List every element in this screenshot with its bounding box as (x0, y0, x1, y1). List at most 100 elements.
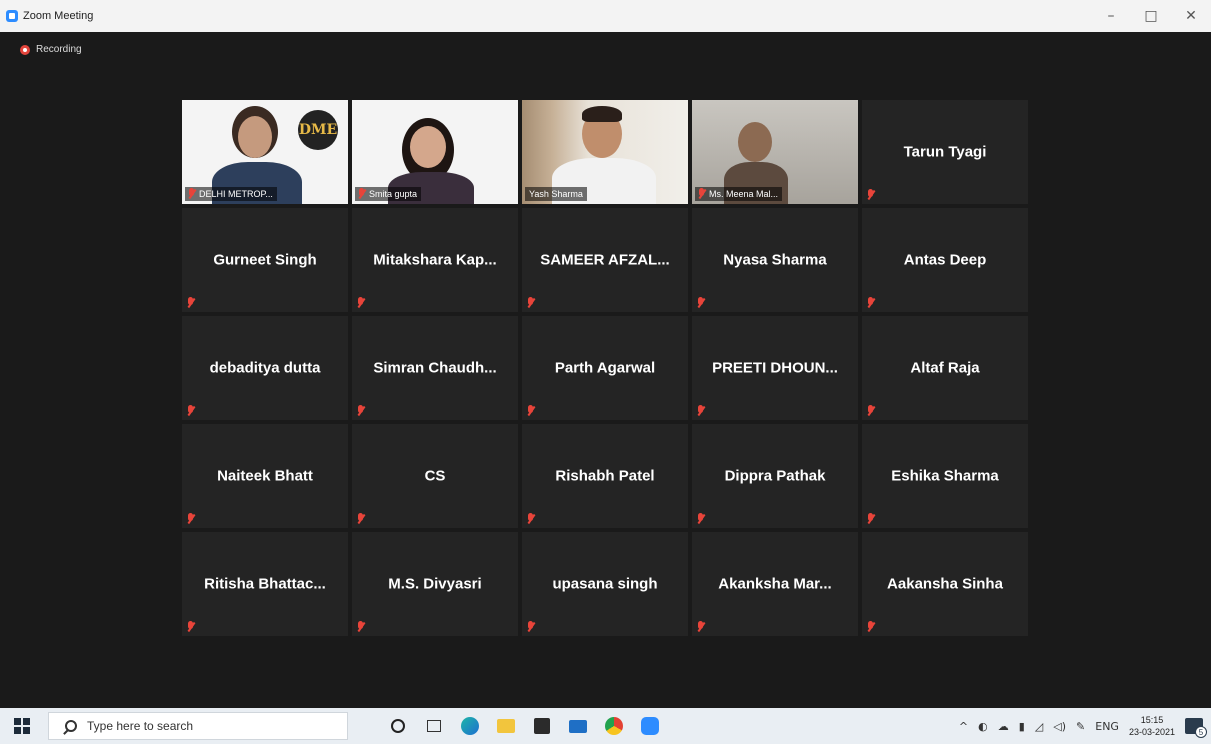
participant-name: Nyasa Sharma (723, 251, 827, 269)
participant-name-label: Ms. Meena Mal... (695, 187, 783, 201)
clock-date: 23-03-2021 (1128, 727, 1175, 737)
recording-icon (20, 44, 30, 55)
participant-tile[interactable]: Nyasa Sharma (692, 208, 858, 312)
participant-tile[interactable]: Tarun Tyagi (862, 100, 1028, 204)
participant-name-label: Smita gupta (355, 187, 422, 201)
participant-name: PREETI DHOUN... (712, 359, 838, 377)
close-button[interactable]: ✕ (1171, 0, 1211, 32)
pinned-apps (386, 708, 662, 744)
participant-name-label: DELHI METROP... (185, 187, 277, 201)
taskbar-search-box[interactable]: Type here to search (48, 712, 348, 740)
recording-indicator[interactable]: Recording (20, 44, 82, 55)
muted-mic-icon (356, 297, 365, 308)
muted-mic-icon (696, 513, 705, 524)
notification-center-icon[interactable]: 5 (1185, 718, 1207, 738)
participant-video-tile[interactable]: Smita gupta (352, 100, 518, 204)
participant-tile[interactable]: Gurneet Singh (182, 208, 348, 312)
participant-tile[interactable]: Altaf Raja (862, 316, 1028, 420)
participant-tile[interactable]: CS (352, 424, 518, 528)
participant-name: M.S. Divyasri (388, 575, 482, 593)
participant-tile[interactable]: Parth Agarwal (522, 316, 688, 420)
active-speaker-video-tile[interactable]: Yash Sharma (522, 100, 688, 204)
muted-mic-icon (866, 513, 875, 524)
window-title: Zoom Meeting (23, 10, 94, 22)
participant-name: SAMEER AFZAL... (540, 251, 670, 269)
participant-name: upasana singh (552, 575, 658, 593)
taskbar-clock[interactable]: 15:15 23-03-2021 (1129, 714, 1175, 738)
participant-video-tile[interactable]: DME DELHI METROP... (182, 100, 348, 204)
volume-icon[interactable]: ◁) (1053, 720, 1066, 733)
chevron-up-icon[interactable]: ^ (959, 720, 968, 733)
participant-name: Gurneet Singh (213, 251, 317, 269)
muted-mic-icon (526, 621, 535, 632)
participant-name-label: Yash Sharma (525, 187, 587, 201)
participant-face (738, 122, 772, 162)
participant-name: debaditya dutta (209, 359, 321, 377)
participant-name: Mitakshara Kap... (373, 251, 497, 269)
participant-tile[interactable]: Rishabh Patel (522, 424, 688, 528)
muted-mic-icon (696, 621, 705, 632)
task-view-icon[interactable] (422, 714, 446, 738)
mail-icon[interactable] (566, 714, 590, 738)
network-icon[interactable]: ◿ (1035, 720, 1043, 733)
participant-tile[interactable]: Naiteek Bhatt (182, 424, 348, 528)
windows-taskbar: Type here to search ^ ◐ ☁ ▮ ◿ ◁) ✎ ENG 1… (0, 708, 1211, 744)
participant-tile[interactable]: Akanksha Mar... (692, 532, 858, 636)
title-bar: Zoom Meeting – □ ✕ (0, 0, 1211, 32)
participant-name: Altaf Raja (910, 359, 980, 377)
participant-name: Antas Deep (903, 251, 987, 269)
participant-name: Parth Agarwal (554, 359, 656, 377)
participant-tile[interactable]: Dippra Pathak (692, 424, 858, 528)
meeting-area: Recording DME DELHI METROP... Smita gupt… (6, 32, 1205, 708)
muted-mic-icon (356, 621, 365, 632)
participant-tile[interactable]: Eshika Sharma (862, 424, 1028, 528)
participant-name: Tarun Tyagi (903, 143, 987, 161)
system-tray: ^ ◐ ☁ ▮ ◿ ◁) ✎ ENG 15:15 23-03-2021 5 (959, 708, 1211, 744)
participant-name: Naiteek Bhatt (217, 467, 313, 485)
recording-label: Recording (36, 44, 82, 55)
participant-tile[interactable]: PREETI DHOUN... (692, 316, 858, 420)
muted-mic-icon (357, 188, 366, 199)
language-indicator[interactable]: ENG (1095, 720, 1119, 733)
chrome-icon[interactable] (602, 714, 626, 738)
dme-logo: DME (298, 110, 338, 150)
participant-name: Rishabh Patel (555, 467, 655, 485)
tray-app-icon[interactable]: ◐ (978, 720, 988, 733)
maximize-button[interactable]: □ (1131, 0, 1171, 32)
muted-mic-icon (526, 405, 535, 416)
minimize-button[interactable]: – (1091, 0, 1131, 32)
participant-name: Dippra Pathak (724, 467, 826, 485)
zoom-app-icon (6, 10, 18, 22)
windows-start-icon[interactable] (10, 714, 34, 738)
gallery-grid: DME DELHI METROP... Smita gupta Yash Sha… (182, 100, 1028, 636)
participant-tile[interactable]: debaditya dutta (182, 316, 348, 420)
participant-tile[interactable]: Aakansha Sinha (862, 532, 1028, 636)
zoom-icon[interactable] (638, 714, 662, 738)
participant-tile[interactable]: SAMEER AFZAL... (522, 208, 688, 312)
desktop: Zoom Meeting – □ ✕ Recording DME DELHI M… (0, 0, 1211, 744)
cloud-icon[interactable]: ☁ (998, 720, 1009, 733)
participant-tile[interactable]: upasana singh (522, 532, 688, 636)
participant-video-tile[interactable]: Ms. Meena Mal... (692, 100, 858, 204)
edge-icon[interactable] (458, 714, 482, 738)
participant-name: Akanksha Mar... (718, 575, 832, 593)
microphone-icon[interactable]: ▮ (1019, 720, 1025, 733)
search-icon (65, 720, 77, 732)
clock-time: 15:15 (1140, 715, 1164, 725)
muted-mic-icon (356, 405, 365, 416)
participant-tile[interactable]: M.S. Divyasri (352, 532, 518, 636)
muted-mic-icon (186, 513, 195, 524)
store-icon[interactable] (530, 714, 554, 738)
participant-tile[interactable]: Ritisha Bhattac... (182, 532, 348, 636)
muted-mic-icon (186, 621, 195, 632)
pen-icon[interactable]: ✎ (1076, 720, 1085, 733)
muted-mic-icon (866, 189, 875, 200)
file-explorer-icon[interactable] (494, 714, 518, 738)
participant-name: Smita gupta (369, 189, 418, 199)
participant-name: Eshika Sharma (891, 467, 999, 485)
muted-mic-icon (187, 188, 196, 199)
cortana-icon[interactable] (386, 714, 410, 738)
participant-tile[interactable]: Mitakshara Kap... (352, 208, 518, 312)
participant-tile[interactable]: Simran Chaudh... (352, 316, 518, 420)
participant-tile[interactable]: Antas Deep (862, 208, 1028, 312)
